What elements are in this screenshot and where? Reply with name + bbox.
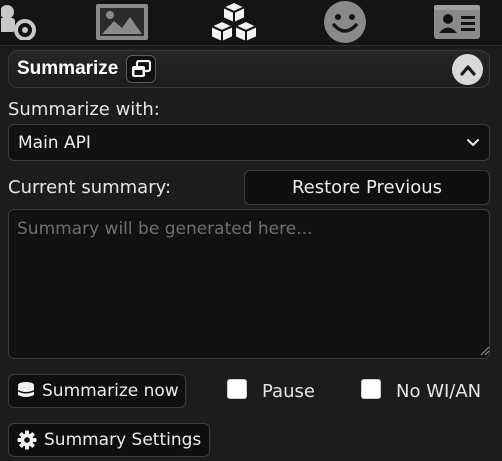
id-card-icon[interactable] bbox=[432, 0, 482, 44]
summary-settings-label: Summary Settings bbox=[44, 430, 202, 450]
no-wi-an-label: No WI/AN bbox=[396, 381, 482, 402]
resize-grip-icon[interactable] bbox=[480, 346, 490, 356]
sliders-icon[interactable] bbox=[0, 0, 42, 44]
cubes-icon[interactable] bbox=[208, 0, 260, 44]
restore-previous-label: Restore Previous bbox=[291, 177, 443, 198]
summarize-panel: Summarize Summarize with: Main API Curre… bbox=[0, 0, 502, 461]
no-wi-an-checkbox[interactable] bbox=[361, 379, 381, 399]
summarize-now-button[interactable]: Summarize now bbox=[8, 374, 186, 408]
pause-checkbox[interactable] bbox=[227, 379, 247, 399]
summary-settings-button[interactable]: Summary Settings bbox=[8, 423, 210, 457]
summarize-now-label: Summarize now bbox=[42, 381, 179, 401]
restore-previous-button[interactable]: Restore Previous bbox=[244, 170, 490, 205]
database-icon bbox=[18, 382, 34, 397]
collapse-button[interactable] bbox=[452, 54, 483, 85]
popout-button[interactable] bbox=[126, 55, 157, 83]
gear-icon bbox=[17, 430, 37, 450]
image-icon[interactable] bbox=[94, 0, 150, 44]
chevron-down-icon bbox=[467, 139, 479, 146]
pause-label: Pause bbox=[262, 381, 315, 402]
current-summary-label: Current summary: bbox=[8, 177, 172, 198]
chevron-up-icon bbox=[459, 64, 476, 76]
summarize-with-select[interactable]: Main API bbox=[8, 124, 490, 161]
summarize-with-label: Summarize with: bbox=[8, 99, 160, 120]
top-icon-bar bbox=[0, 0, 502, 46]
drawer-header[interactable]: Summarize bbox=[8, 50, 490, 88]
window-restore-icon bbox=[132, 60, 152, 77]
summary-textarea[interactable] bbox=[8, 209, 490, 359]
smiley-icon[interactable] bbox=[322, 0, 368, 44]
selected-option: Main API bbox=[18, 132, 91, 153]
drawer-title: Summarize bbox=[17, 58, 119, 79]
